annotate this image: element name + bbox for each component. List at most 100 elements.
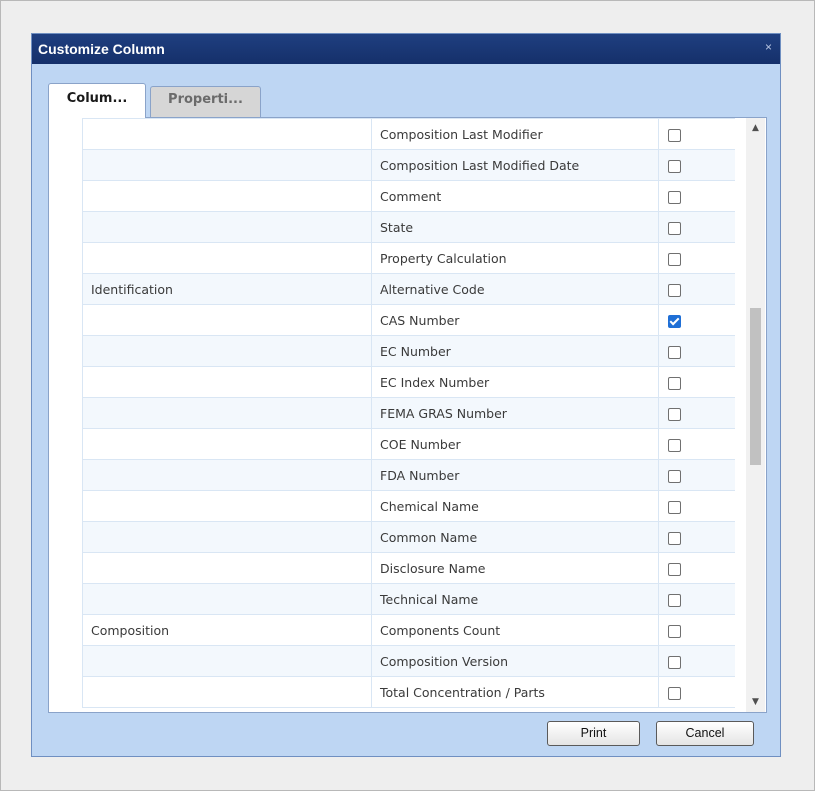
column-visibility-checkbox[interactable] xyxy=(668,190,681,204)
print-button[interactable]: Print xyxy=(547,721,640,746)
table-row: Composition Components Count xyxy=(82,614,735,646)
cancel-button[interactable]: Cancel xyxy=(656,721,754,746)
table-row: Identification Alternative Code xyxy=(82,273,735,305)
column-visibility-checkbox[interactable] xyxy=(668,159,681,173)
checkbox-cell xyxy=(658,428,735,460)
tab-columns[interactable]: Colum... xyxy=(48,83,146,118)
column-visibility-checkbox[interactable] xyxy=(668,283,681,297)
column-visibility-checkbox[interactable] xyxy=(668,562,681,576)
field-name-cell: FDA Number xyxy=(371,459,659,491)
group-cell: Composition xyxy=(82,614,372,646)
table-row: Composition Last Modifier xyxy=(82,118,735,150)
customize-column-dialog: Customize Column × Colum... Properti... … xyxy=(31,33,781,757)
field-name-cell: Property Calculation xyxy=(371,242,659,274)
column-visibility-checkbox[interactable] xyxy=(668,345,681,359)
field-name-cell: FEMA GRAS Number xyxy=(371,397,659,429)
table-row: EC Number xyxy=(82,335,735,367)
field-name-cell: EC Number xyxy=(371,335,659,367)
column-visibility-checkbox[interactable] xyxy=(668,252,681,266)
table-row: Comment xyxy=(82,180,735,212)
field-name-cell: EC Index Number xyxy=(371,366,659,398)
column-visibility-checkbox[interactable] xyxy=(668,221,681,235)
field-name-cell: Alternative Code xyxy=(371,273,659,305)
checkbox-cell xyxy=(658,180,735,212)
field-name-cell: Total Concentration / Parts xyxy=(371,676,659,708)
group-cell xyxy=(82,552,372,584)
group-cell xyxy=(82,242,372,274)
field-name-cell: COE Number xyxy=(371,428,659,460)
field-name-cell: Composition Last Modified Date xyxy=(371,149,659,181)
checkbox-cell xyxy=(658,552,735,584)
dialog-titlebar[interactable]: Customize Column × xyxy=(32,34,780,64)
table-row: Disclosure Name xyxy=(82,552,735,584)
columns-panel: Composition Last Modifier Composition Las… xyxy=(48,117,767,713)
group-cell xyxy=(82,397,372,429)
checkbox-cell xyxy=(658,366,735,398)
column-visibility-checkbox[interactable] xyxy=(668,469,681,483)
table-row: State xyxy=(82,211,735,243)
group-cell xyxy=(82,366,372,398)
group-cell xyxy=(82,149,372,181)
column-visibility-checkbox[interactable] xyxy=(668,376,681,390)
checkbox-cell xyxy=(658,645,735,677)
checkbox-cell xyxy=(658,242,735,274)
group-cell xyxy=(82,676,372,708)
column-visibility-checkbox[interactable] xyxy=(668,624,681,638)
field-name-cell: Technical Name xyxy=(371,583,659,615)
column-visibility-checkbox[interactable] xyxy=(668,128,681,142)
checkbox-cell xyxy=(658,118,735,150)
group-cell xyxy=(82,118,372,150)
group-cell xyxy=(82,645,372,677)
checkbox-cell xyxy=(658,676,735,708)
scroll-up-icon[interactable]: ▲ xyxy=(746,120,765,136)
tab-properties[interactable]: Properti... xyxy=(150,86,261,117)
field-name-cell: Composition Version xyxy=(371,645,659,677)
table-row: CAS Number xyxy=(82,304,735,336)
checkbox-cell xyxy=(658,614,735,646)
group-cell xyxy=(82,211,372,243)
field-name-cell: Common Name xyxy=(371,521,659,553)
group-cell xyxy=(82,521,372,553)
table-row: Total Concentration / Parts xyxy=(82,676,735,708)
scroll-down-icon[interactable]: ▼ xyxy=(746,694,765,710)
column-visibility-checkbox[interactable] xyxy=(668,655,681,669)
table-row: Chemical Name xyxy=(82,490,735,522)
field-name-cell: Comment xyxy=(371,180,659,212)
table-row: EC Index Number xyxy=(82,366,735,398)
table-row: Property Calculation xyxy=(82,242,735,274)
group-cell xyxy=(82,180,372,212)
checkbox-cell xyxy=(658,397,735,429)
column-visibility-checkbox[interactable] xyxy=(668,407,681,421)
checkbox-cell xyxy=(658,583,735,615)
vertical-scrollbar[interactable]: ▲ ▼ xyxy=(746,118,765,712)
field-name-cell: Disclosure Name xyxy=(371,552,659,584)
checkbox-cell xyxy=(658,304,735,336)
column-visibility-checkbox[interactable] xyxy=(668,314,681,328)
checkbox-cell xyxy=(658,521,735,553)
group-cell xyxy=(82,428,372,460)
group-cell xyxy=(82,304,372,336)
table-row: FEMA GRAS Number xyxy=(82,397,735,429)
column-visibility-checkbox[interactable] xyxy=(668,438,681,452)
group-cell: Identification xyxy=(82,273,372,305)
table-row: Common Name xyxy=(82,521,735,553)
close-icon[interactable]: × xyxy=(765,40,772,54)
column-visibility-checkbox[interactable] xyxy=(668,686,681,700)
checkbox-cell xyxy=(658,490,735,522)
column-visibility-checkbox[interactable] xyxy=(668,500,681,514)
column-visibility-checkbox[interactable] xyxy=(668,531,681,545)
column-visibility-checkbox[interactable] xyxy=(668,593,681,607)
table-row: Technical Name xyxy=(82,583,735,615)
table-row: Composition Version xyxy=(82,645,735,677)
field-name-cell: CAS Number xyxy=(371,304,659,336)
group-cell xyxy=(82,459,372,491)
scrollbar-thumb[interactable] xyxy=(750,308,761,465)
checkbox-cell xyxy=(658,211,735,243)
checkbox-cell xyxy=(658,273,735,305)
table-row: Composition Last Modified Date xyxy=(82,149,735,181)
field-name-cell: Components Count xyxy=(371,614,659,646)
group-cell xyxy=(82,490,372,522)
field-name-cell: Composition Last Modifier xyxy=(371,118,659,150)
column-grid: Composition Last Modifier Composition Las… xyxy=(82,118,735,712)
checkbox-cell xyxy=(658,459,735,491)
